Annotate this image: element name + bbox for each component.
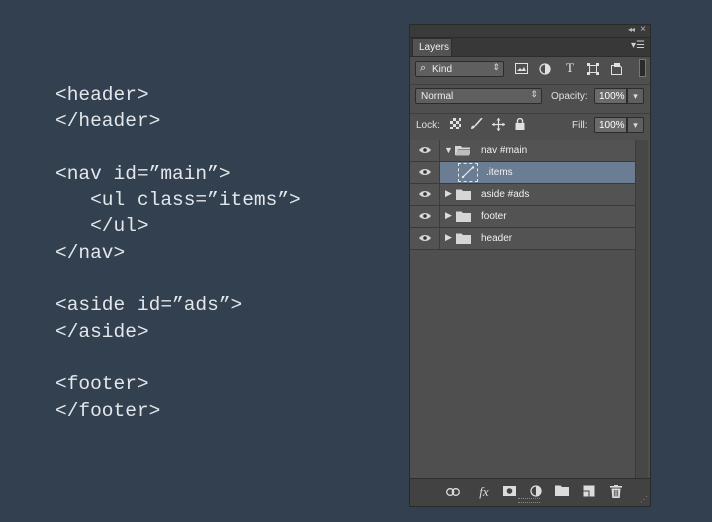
filter-kind-label: Kind bbox=[432, 64, 453, 75]
folder-icon bbox=[456, 233, 471, 244]
layer-name: header bbox=[481, 233, 513, 244]
code-line: <nav id=”main”> bbox=[55, 162, 231, 185]
code-line: <aside id=”ads”> bbox=[55, 294, 243, 317]
html-code-block: <header> </header> <nav id=”main”> <ul cla… bbox=[55, 82, 301, 424]
fill-dropdown-button[interactable]: ▾ bbox=[627, 117, 644, 133]
visibility-toggle[interactable] bbox=[410, 228, 440, 249]
visibility-toggle[interactable] bbox=[410, 206, 440, 227]
blend-row: Normal ⇕ Opacity: 100% ▾ bbox=[410, 84, 650, 107]
resize-grip[interactable] bbox=[518, 498, 540, 503]
collapse-group-icon[interactable]: ▶ bbox=[445, 232, 452, 243]
eye-icon bbox=[419, 235, 431, 241]
filter-toggle-switch[interactable] bbox=[639, 59, 646, 77]
layer-name: aside #ads bbox=[481, 189, 530, 200]
opacity-dropdown-button[interactable]: ▾ bbox=[627, 88, 644, 104]
lock-row: Lock: Fill: 100% ▾ bbox=[410, 113, 650, 136]
blend-mode-select[interactable]: Normal ⇕ bbox=[415, 88, 542, 104]
folder-icon bbox=[456, 189, 471, 200]
layer-row-aside-ads[interactable]: ▶ aside #ads bbox=[410, 184, 635, 206]
code-line: </header> bbox=[55, 110, 161, 133]
fx-icon[interactable]: fx bbox=[474, 485, 494, 499]
shape-filter-icon[interactable] bbox=[586, 63, 600, 75]
layer-row-header[interactable]: ▶ header bbox=[410, 228, 635, 250]
fill-input[interactable]: 100% bbox=[594, 117, 627, 133]
image-filter-icon[interactable] bbox=[514, 63, 528, 75]
visibility-toggle[interactable] bbox=[410, 140, 440, 161]
lock-label: Lock: bbox=[416, 120, 440, 131]
visibility-toggle[interactable] bbox=[410, 162, 440, 183]
layer-name: .items bbox=[486, 167, 513, 178]
type-filter-icon[interactable]: T bbox=[563, 61, 577, 74]
shape-layer-thumbnail bbox=[458, 163, 478, 182]
layer-row-items[interactable]: .items bbox=[410, 162, 635, 184]
resize-corner-icon[interactable]: ⋰ bbox=[640, 495, 648, 504]
layer-row-footer[interactable]: ▶ footer bbox=[410, 206, 635, 228]
collapse-group-icon[interactable]: ▶ bbox=[445, 210, 452, 221]
tab-layers[interactable]: Layers bbox=[412, 38, 452, 56]
new-layer-icon[interactable] bbox=[582, 485, 596, 499]
shape-thumbnail-icon bbox=[461, 166, 475, 179]
lock-transparent-pixels-icon[interactable] bbox=[449, 118, 461, 130]
folder-icon bbox=[456, 211, 471, 222]
chevron-updown-icon: ⇕ bbox=[530, 89, 538, 99]
lock-position-icon[interactable] bbox=[492, 118, 505, 131]
layers-scrollbar[interactable] bbox=[635, 140, 648, 480]
expand-group-icon[interactable]: ▼ bbox=[444, 145, 453, 155]
code-line: <footer> bbox=[55, 373, 149, 396]
filter-row: ⌕ Kind ⇕ T bbox=[410, 58, 650, 80]
panel-tabbar: Layers ▾☰ bbox=[410, 38, 650, 57]
code-line: </footer> bbox=[55, 399, 161, 422]
visibility-toggle[interactable] bbox=[410, 184, 440, 205]
layer-name: nav #main bbox=[481, 145, 528, 156]
opacity-input[interactable]: 100% bbox=[594, 88, 627, 104]
eye-icon bbox=[419, 191, 431, 197]
code-line: <header> bbox=[55, 84, 149, 106]
code-line: </nav> bbox=[55, 241, 126, 264]
code-line: </aside> bbox=[55, 320, 149, 343]
eye-icon bbox=[419, 169, 431, 175]
search-icon: ⌕ bbox=[420, 62, 427, 74]
panel-titlebar[interactable]: ◂◂ × bbox=[410, 24, 650, 38]
eye-icon bbox=[419, 147, 431, 153]
layers-panel: ◂◂ × Layers ▾☰ ⌕ Kind ⇕ T Normal ⇕ Opaci… bbox=[409, 24, 651, 507]
collapse-panel-icon[interactable]: ◂◂ bbox=[628, 25, 635, 34]
layers-list: ▼ nav #main .items ▶ aside #ads ▶ footer… bbox=[410, 140, 635, 250]
mask-icon[interactable] bbox=[502, 485, 516, 499]
collapse-group-icon[interactable]: ▶ bbox=[445, 188, 452, 199]
fill-label: Fill: bbox=[572, 120, 588, 131]
panel-footer: fx ⋰ bbox=[410, 478, 650, 506]
chevron-updown-icon: ⇕ bbox=[492, 62, 500, 72]
filter-kind-select[interactable]: ⌕ Kind ⇕ bbox=[415, 61, 504, 77]
smart-object-filter-icon[interactable] bbox=[609, 63, 623, 75]
code-line: </ul> bbox=[55, 215, 149, 238]
layer-row-nav-main[interactable]: ▼ nav #main bbox=[410, 140, 635, 162]
panel-menu-icon[interactable]: ▾☰ bbox=[631, 40, 645, 51]
lock-all-icon[interactable] bbox=[514, 117, 526, 130]
open-folder-icon bbox=[455, 146, 470, 156]
opacity-label: Opacity: bbox=[551, 91, 588, 102]
code-line: <ul class=”items”> bbox=[55, 189, 301, 212]
adjustment-filter-icon[interactable] bbox=[538, 63, 552, 75]
adjustment-icon[interactable] bbox=[529, 485, 543, 499]
eye-icon bbox=[419, 213, 431, 219]
link-icon[interactable] bbox=[446, 485, 460, 499]
blend-mode-value: Normal bbox=[421, 91, 454, 102]
layer-name: footer bbox=[481, 211, 507, 222]
lock-image-pixels-icon[interactable] bbox=[470, 117, 483, 130]
new-group-icon[interactable] bbox=[555, 485, 569, 499]
close-panel-icon[interactable]: × bbox=[640, 24, 646, 35]
trash-icon[interactable] bbox=[609, 485, 623, 499]
